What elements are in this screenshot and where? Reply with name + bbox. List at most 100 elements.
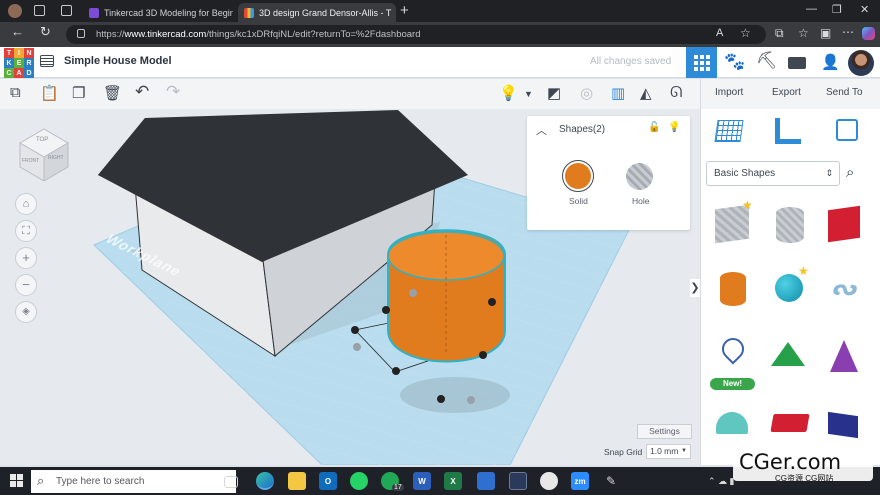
hole-swatch[interactable]: [626, 163, 653, 190]
shapes-inspector: ︿ Shapes(2) 🔓 💡 Solid Hole: [527, 116, 690, 230]
design-title[interactable]: Simple House Model: [64, 55, 172, 67]
paste-icon[interactable]: 📋: [40, 84, 59, 102]
notes-tool-icon[interactable]: [836, 119, 858, 141]
shape-category-select[interactable]: Basic Shapes ⇕: [706, 161, 840, 186]
shape-wedge-navy[interactable]: [828, 411, 858, 439]
sim-lab-icon[interactable]: [788, 57, 806, 69]
system-tray[interactable]: ⌃ ☁ ▮: [708, 476, 735, 487]
shape-cylinder-orange[interactable]: [720, 272, 746, 306]
more-menu-icon[interactable]: ⋯: [842, 25, 854, 39]
excel-icon[interactable]: X: [444, 472, 462, 490]
design-menu-icon[interactable]: [40, 55, 54, 67]
reload-icon[interactable]: ↻: [40, 24, 51, 40]
logo-letter: D: [24, 68, 34, 78]
taskbar-search-input[interactable]: Type here to search: [31, 470, 236, 493]
light-dropdown-icon[interactable]: ▼: [524, 89, 533, 99]
copy-icon[interactable]: ⧉: [10, 84, 21, 101]
edge-browser-icon[interactable]: [256, 472, 274, 490]
pen-app-icon[interactable]: ✎: [602, 472, 620, 490]
import-button[interactable]: Import: [715, 87, 743, 98]
zoom-icon[interactable]: zm: [571, 472, 589, 490]
url-bar[interactable]: https://www.tinkercad.com/things/kc1xDRf…: [66, 25, 766, 44]
maximize-icon[interactable]: ❐: [832, 3, 842, 16]
ruler-tool-icon[interactable]: [775, 118, 801, 144]
tinkercad-logo[interactable]: T I N K E R C A D: [4, 48, 34, 78]
shape-category-value: Basic Shapes: [714, 168, 776, 179]
back-icon[interactable]: ←: [11, 24, 24, 39]
profile-avatar[interactable]: [8, 4, 22, 18]
watermark-main-text: CGer.com: [739, 450, 842, 474]
extensions-icon[interactable]: ⧉: [775, 26, 784, 41]
close-window-icon[interactable]: ✕: [860, 3, 869, 16]
logo-letter: N: [24, 48, 34, 58]
outlook-icon[interactable]: O: [319, 472, 337, 490]
3d-view-button[interactable]: [686, 47, 717, 78]
delete-trash-icon[interactable]: 🗑: [103, 84, 122, 102]
notes-icon[interactable]: ◩: [547, 84, 561, 102]
shape-sphere-blue[interactable]: [775, 274, 803, 302]
windows-start-icon[interactable]: [10, 474, 23, 487]
grid-view-icon: [693, 54, 710, 71]
view-cube-right-label: RIGHT: [48, 155, 64, 161]
lock-shape-icon[interactable]: 🔓: [648, 122, 660, 133]
shape-roof-green[interactable]: [771, 342, 805, 366]
duplicate-icon[interactable]: ❐: [72, 84, 85, 102]
add-user-icon[interactable]: 👤: [821, 53, 840, 71]
favorite-star-icon[interactable]: ☆: [740, 26, 751, 40]
tab-label: Tinkercad 3D Modeling for Begin: [104, 7, 233, 18]
zoom-out-icon[interactable]: −: [15, 274, 37, 296]
view-cube[interactable]: TOP FRONT RIGHT: [18, 125, 70, 182]
shape-cylinder-striped[interactable]: [776, 207, 804, 243]
tab-tinkercad-course[interactable]: Tinkercad 3D Modeling for Begin ✕: [83, 3, 233, 22]
lock-icon[interactable]: [77, 29, 85, 38]
shape-text-red[interactable]: [770, 414, 810, 432]
task-view-icon[interactable]: [224, 476, 238, 488]
fit-view-icon[interactable]: ⛶: [15, 220, 37, 242]
export-button[interactable]: Export: [772, 87, 801, 98]
solid-swatch[interactable]: [562, 160, 594, 192]
redo-icon[interactable]: ↷: [166, 82, 180, 102]
read-aloud-icon[interactable]: A: [716, 27, 723, 39]
snap-grid-select[interactable]: 1.0 mm ▼: [646, 444, 691, 459]
design-favicon-icon: [244, 7, 254, 18]
collapse-chevron-icon[interactable]: ︿: [536, 122, 547, 138]
settings-button[interactable]: Settings: [637, 424, 692, 439]
new-tab-button[interactable]: +: [400, 2, 409, 19]
cruise-icon[interactable]: ᘏ: [670, 84, 682, 101]
mirror-icon[interactable]: ◭: [640, 84, 652, 102]
shape-cone-purple[interactable]: [830, 340, 858, 372]
tinkercad-favicon-icon: [89, 7, 99, 18]
featured-star-icon: ★: [742, 198, 753, 212]
tab-3d-design[interactable]: 3D design Grand Densor-Allis - T ✕: [238, 3, 396, 22]
collections-icon[interactable]: ▣: [820, 26, 831, 40]
media-player-icon[interactable]: [509, 472, 527, 490]
group-icon[interactable]: ◎: [580, 84, 593, 102]
home-view-icon[interactable]: ⌂: [15, 193, 37, 215]
new-badge: New!: [710, 378, 755, 390]
expand-panel-icon[interactable]: ❯: [690, 279, 700, 297]
minimize-icon[interactable]: —: [806, 3, 817, 15]
align-icon[interactable]: ▥: [611, 84, 625, 102]
workspaces-icon[interactable]: [34, 5, 45, 16]
file-explorer-icon[interactable]: [288, 472, 306, 490]
logo-letter: I: [14, 48, 24, 58]
word-icon[interactable]: W: [413, 472, 431, 490]
send-to-button[interactable]: Send To: [826, 87, 863, 98]
photos-icon[interactable]: [477, 472, 495, 490]
tab-actions-icon[interactable]: [61, 5, 72, 16]
bricks-pickaxe-icon[interactable]: ⛏: [756, 51, 778, 71]
user-avatar[interactable]: [848, 50, 874, 76]
whatsapp-icon[interactable]: [350, 472, 368, 490]
blocks-paw-icon[interactable]: 🐾: [724, 52, 745, 72]
perspective-icon[interactable]: ◈: [15, 301, 37, 323]
light-bulb-icon[interactable]: 💡: [499, 84, 518, 102]
zoom-in-icon[interactable]: +: [15, 247, 37, 269]
favorites-icon[interactable]: ☆: [798, 26, 809, 40]
shape-box-red[interactable]: [828, 205, 860, 243]
workplane-tool-icon[interactable]: [714, 120, 744, 142]
search-icon[interactable]: ⌕: [846, 164, 854, 181]
clock-app-icon[interactable]: [540, 472, 558, 490]
undo-icon[interactable]: ↶: [135, 82, 149, 102]
copilot-icon[interactable]: [862, 27, 875, 40]
visibility-bulb-icon[interactable]: 💡: [668, 122, 680, 133]
